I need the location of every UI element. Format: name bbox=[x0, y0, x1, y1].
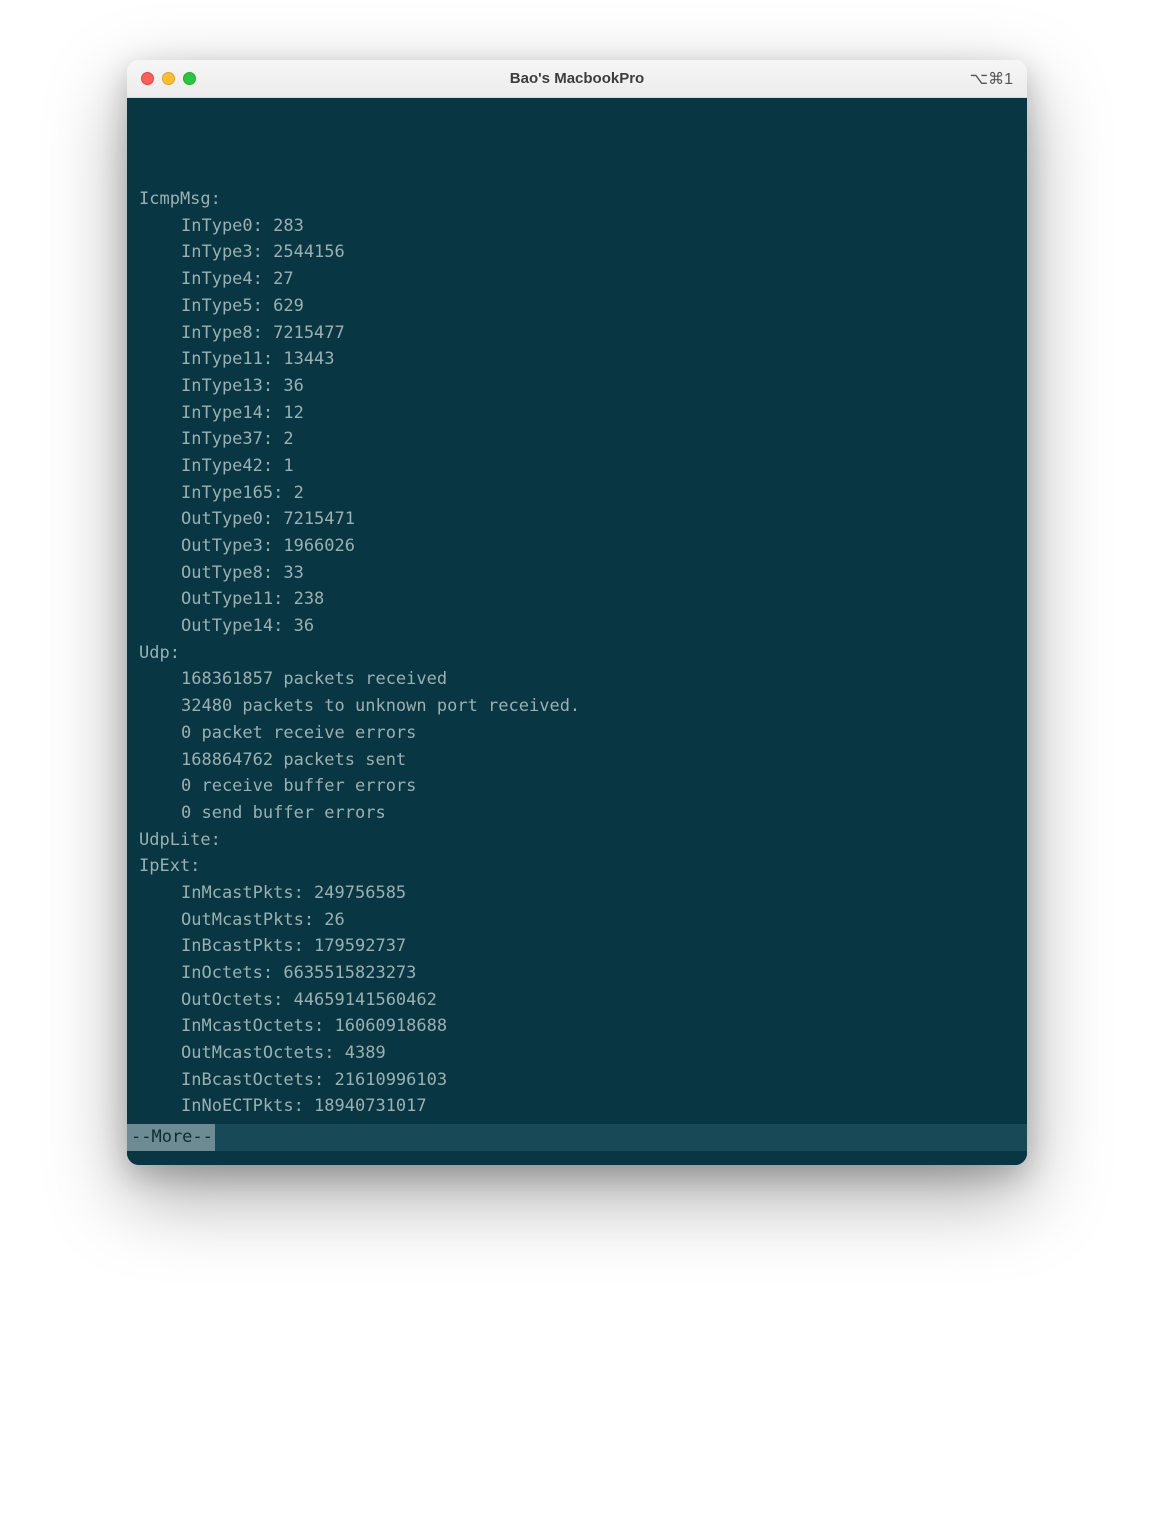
output-line: OutMcastOctets: 4389 bbox=[127, 1040, 1027, 1067]
section-header: IcmpMsg: bbox=[127, 186, 1027, 213]
output-line: 0 receive buffer errors bbox=[127, 773, 1027, 800]
output-line: 168864762 packets sent bbox=[127, 747, 1027, 774]
traffic-lights bbox=[141, 72, 196, 85]
section-header: Udp: bbox=[127, 640, 1027, 667]
output-line: OutOctets: 44659141560462 bbox=[127, 987, 1027, 1014]
output-line: 0 send buffer errors bbox=[127, 800, 1027, 827]
output-line: OutMcastPkts: 26 bbox=[127, 907, 1027, 934]
section-header: UdpLite: bbox=[127, 827, 1027, 854]
output-line: OutType3: 1966026 bbox=[127, 533, 1027, 560]
more-prompt-label: --More-- bbox=[127, 1124, 215, 1151]
more-prompt[interactable]: --More-- bbox=[127, 1124, 1027, 1151]
output-line: InMcastOctets: 16060918688 bbox=[127, 1013, 1027, 1040]
output-line: InMcastPkts: 249756585 bbox=[127, 880, 1027, 907]
output-line: InType42: 1 bbox=[127, 453, 1027, 480]
output-line: 168361857 packets received bbox=[127, 666, 1027, 693]
close-button[interactable] bbox=[141, 72, 154, 85]
output-line: InType8: 7215477 bbox=[127, 320, 1027, 347]
output-line: InType13: 36 bbox=[127, 373, 1027, 400]
section-header: IpExt: bbox=[127, 853, 1027, 880]
output-line: InNoECTPkts: 18940731017 bbox=[127, 1093, 1027, 1120]
output-line: InType4: 27 bbox=[127, 266, 1027, 293]
output-line: InType37: 2 bbox=[127, 426, 1027, 453]
more-prompt-fill bbox=[215, 1124, 1027, 1151]
window-title: Bao's MacbookPro bbox=[510, 70, 644, 87]
output-line: InOctets: 6635515823273 bbox=[127, 960, 1027, 987]
output-line: InType14: 12 bbox=[127, 400, 1027, 427]
output-line: InBcastOctets: 21610996103 bbox=[127, 1067, 1027, 1094]
output-line: InType11: 13443 bbox=[127, 346, 1027, 373]
output-line: OutType14: 36 bbox=[127, 613, 1027, 640]
output-line: InType5: 629 bbox=[127, 293, 1027, 320]
terminal-window: Bao's MacbookPro ⌥⌘1 IcmpMsg:InType0: 28… bbox=[127, 60, 1027, 1165]
output-line: OutType8: 33 bbox=[127, 560, 1027, 587]
output-line: OutType11: 238 bbox=[127, 586, 1027, 613]
titlebar[interactable]: Bao's MacbookPro ⌥⌘1 bbox=[127, 60, 1027, 98]
maximize-button[interactable] bbox=[183, 72, 196, 85]
terminal-output[interactable]: IcmpMsg:InType0: 283InType3: 2544156InTy… bbox=[127, 98, 1027, 1165]
window-shortcut: ⌥⌘1 bbox=[970, 69, 1013, 89]
terminal-padding bbox=[127, 1151, 1027, 1165]
output-line: InBcastPkts: 179592737 bbox=[127, 933, 1027, 960]
output-line: 0 packet receive errors bbox=[127, 720, 1027, 747]
output-line: 32480 packets to unknown port received. bbox=[127, 693, 1027, 720]
output-line: InType0: 283 bbox=[127, 213, 1027, 240]
output-line: OutType0: 7215471 bbox=[127, 506, 1027, 533]
output-line: InType165: 2 bbox=[127, 480, 1027, 507]
minimize-button[interactable] bbox=[162, 72, 175, 85]
output-line: InType3: 2544156 bbox=[127, 239, 1027, 266]
